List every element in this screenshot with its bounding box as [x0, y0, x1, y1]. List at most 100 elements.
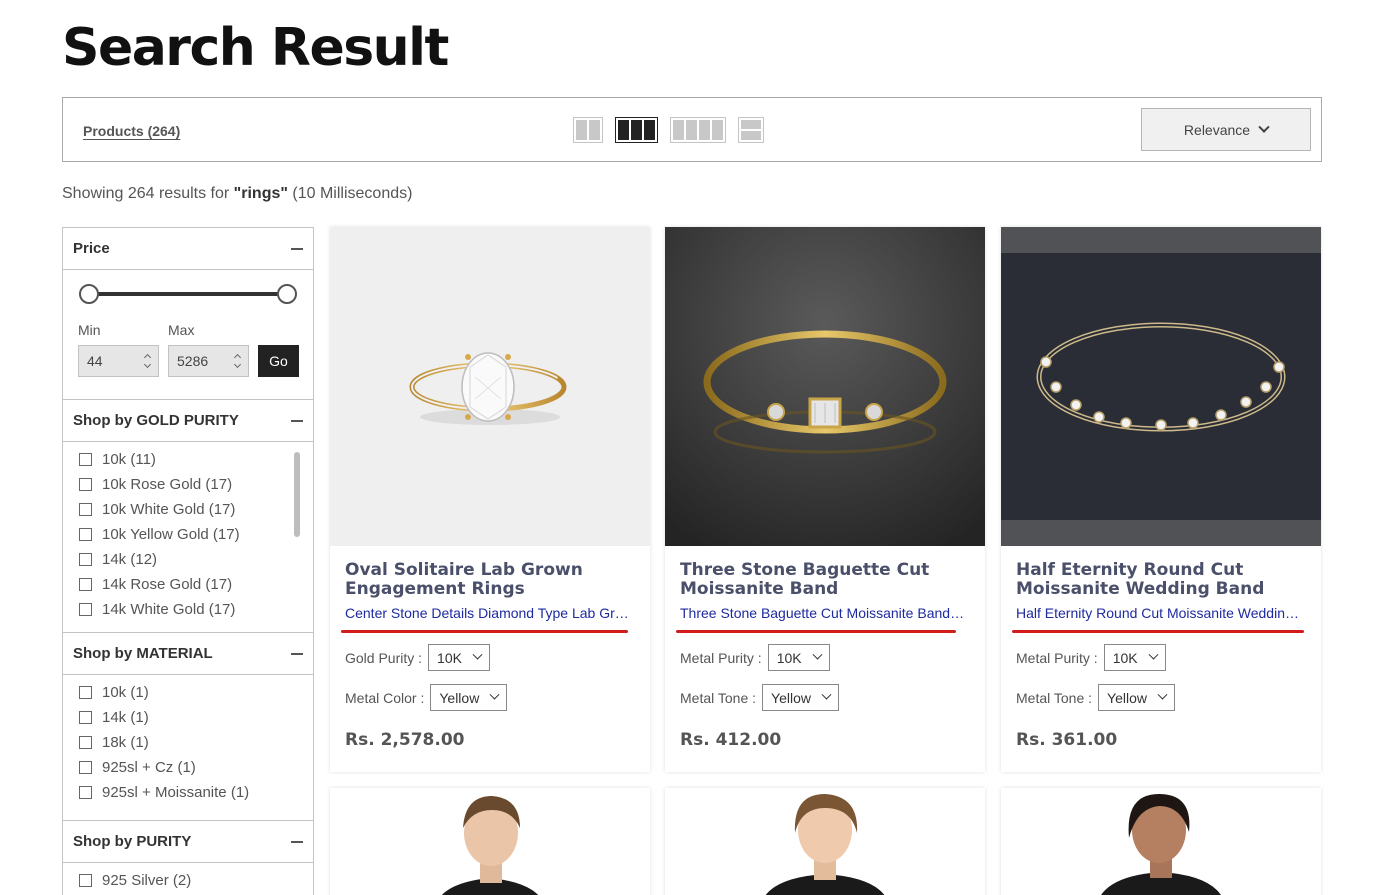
- checkbox[interactable]: [79, 711, 92, 724]
- price-slider-track[interactable]: [89, 292, 289, 296]
- checkbox[interactable]: [79, 761, 92, 774]
- ring-image: [1001, 227, 1321, 546]
- summary-query: "rings": [233, 185, 288, 202]
- metal-purity-select[interactable]: 10K: [767, 644, 830, 671]
- facet-price-header[interactable]: Price: [63, 228, 313, 270]
- option-label: Metal Tone :: [1016, 689, 1093, 706]
- checkbox[interactable]: [79, 553, 92, 566]
- select-value: Yellow: [1107, 689, 1147, 706]
- product-card[interactable]: [330, 788, 650, 895]
- purity-filter: 925 Silver (2): [63, 863, 313, 895]
- gold-purity-filter: 10k (11) 10k Rose Gold (17) 10k White Go…: [63, 442, 313, 633]
- filter-option[interactable]: 925 Silver (2): [79, 868, 313, 893]
- option-row: Metal Purity : 10K: [680, 644, 830, 671]
- filter-option[interactable]: 14k White Gold (17): [79, 597, 313, 622]
- checkbox[interactable]: [79, 478, 92, 491]
- product-image[interactable]: [330, 788, 650, 895]
- grid-3-icon[interactable]: [615, 117, 658, 143]
- product-subtitle-link[interactable]: Three Stone Baguette Cut Moissanite Band…: [680, 605, 965, 621]
- facet-gold-purity-header[interactable]: Shop by GOLD PURITY: [63, 400, 313, 442]
- collapse-icon[interactable]: [291, 840, 303, 843]
- filter-option[interactable]: 10k Rose Gold (17): [79, 472, 313, 497]
- filter-sidebar: Price Min Max 44 5286 Go Shop by GOLD PU…: [62, 227, 314, 895]
- product-image[interactable]: [665, 788, 985, 895]
- option-label: Metal Tone :: [680, 689, 757, 706]
- checkbox[interactable]: [79, 503, 92, 516]
- option-label: Metal Color :: [345, 689, 425, 706]
- filter-option-label: 10k Yellow Gold (17): [102, 526, 240, 543]
- product-title[interactable]: Oval Solitaire Lab Grown Engagement Ring…: [345, 561, 635, 599]
- checkbox[interactable]: [79, 453, 92, 466]
- product-card[interactable]: [665, 788, 985, 895]
- filter-option[interactable]: 10k Yellow Gold (17): [79, 522, 313, 547]
- product-title[interactable]: Three Stone Baguette Cut Moissanite Band: [680, 561, 970, 599]
- filter-option[interactable]: 14k Rose Gold (17): [79, 572, 313, 597]
- price-max-handle[interactable]: [277, 284, 297, 304]
- metal-tone-select[interactable]: Yellow: [1098, 684, 1175, 711]
- checkbox[interactable]: [79, 736, 92, 749]
- products-count-link[interactable]: Products (264): [83, 123, 180, 139]
- results-summary: Showing 264 results for "rings" (10 Mill…: [62, 185, 412, 203]
- checkbox[interactable]: [79, 578, 92, 591]
- filter-option[interactable]: 18k (1): [79, 730, 313, 755]
- grid-2-icon[interactable]: [573, 117, 603, 143]
- filter-option[interactable]: 925sl + Moissanite (1): [79, 780, 313, 805]
- metal-purity-select[interactable]: 10K: [1103, 644, 1166, 671]
- metal-color-select[interactable]: Yellow: [430, 684, 508, 711]
- max-label: Max: [168, 322, 195, 338]
- product-card[interactable]: Half Eternity Round Cut Moissanite Weddi…: [1001, 227, 1321, 772]
- collapse-icon[interactable]: [291, 652, 303, 655]
- product-subtitle-link[interactable]: Center Stone Details Diamond Type Lab Gr…: [345, 605, 630, 621]
- product-image[interactable]: [1001, 788, 1321, 895]
- facet-material-title: Shop by MATERIAL: [73, 645, 213, 662]
- material-filter: 10k (1) 14k (1) 18k (1) 925sl + Cz (1) 9…: [63, 675, 313, 821]
- product-card[interactable]: Three Stone Baguette Cut Moissanite Band…: [665, 227, 985, 772]
- spinner-icon[interactable]: [233, 353, 242, 369]
- checkbox[interactable]: [79, 528, 92, 541]
- checkbox[interactable]: [79, 786, 92, 799]
- product-image[interactable]: [665, 227, 985, 546]
- option-label: Metal Purity :: [680, 649, 762, 666]
- scrollbar[interactable]: [294, 452, 300, 537]
- price-min-input[interactable]: 44: [78, 345, 159, 377]
- product-image[interactable]: [1001, 227, 1321, 546]
- product-price: Rs. 2,578.00: [345, 730, 465, 750]
- facet-purity-header[interactable]: Shop by PURITY: [63, 821, 313, 863]
- filter-option-label: 10k White Gold (17): [102, 501, 236, 518]
- product-image[interactable]: [330, 227, 650, 546]
- price-go-button[interactable]: Go: [258, 345, 299, 377]
- spinner-icon[interactable]: [143, 353, 152, 369]
- collapse-icon[interactable]: [291, 419, 303, 422]
- filter-option[interactable]: 10k White Gold (17): [79, 497, 313, 522]
- chevron-down-icon: [821, 689, 832, 700]
- collapse-icon[interactable]: [291, 247, 303, 250]
- filter-option-label: 925sl + Moissanite (1): [102, 784, 250, 801]
- highlight-underline: [341, 630, 628, 633]
- grid-4-icon[interactable]: [670, 117, 726, 143]
- ring-image: [665, 227, 985, 546]
- facet-material-header[interactable]: Shop by MATERIAL: [63, 633, 313, 675]
- summary-prefix: Showing 264 results for: [62, 185, 234, 202]
- filter-option[interactable]: 10k (1): [79, 680, 313, 705]
- product-subtitle-link[interactable]: Half Eternity Round Cut Moissanite Weddi…: [1016, 605, 1301, 621]
- min-label: Min: [78, 322, 101, 338]
- filter-option-label: 18k (1): [102, 734, 149, 751]
- gold-purity-select[interactable]: 10K: [428, 644, 490, 671]
- price-min-handle[interactable]: [79, 284, 99, 304]
- filter-option[interactable]: 925sl + Cz (1): [79, 755, 313, 780]
- product-card[interactable]: [1001, 788, 1321, 895]
- filter-option[interactable]: 14k (12): [79, 547, 313, 572]
- product-title[interactable]: Half Eternity Round Cut Moissanite Weddi…: [1016, 561, 1306, 599]
- select-value: 10K: [776, 649, 802, 666]
- checkbox[interactable]: [79, 686, 92, 699]
- filter-option[interactable]: 10k (11): [79, 447, 313, 472]
- sort-dropdown[interactable]: Relevance: [1141, 108, 1311, 151]
- checkbox[interactable]: [79, 603, 92, 616]
- filter-option[interactable]: 14k (1): [79, 705, 313, 730]
- metal-tone-select[interactable]: Yellow: [762, 684, 839, 711]
- product-card[interactable]: Oval Solitaire Lab Grown Engagement Ring…: [330, 227, 650, 772]
- checkbox[interactable]: [79, 874, 92, 887]
- chevron-down-icon: [489, 689, 500, 700]
- list-view-icon[interactable]: [738, 117, 764, 143]
- price-max-input[interactable]: 5286: [168, 345, 249, 377]
